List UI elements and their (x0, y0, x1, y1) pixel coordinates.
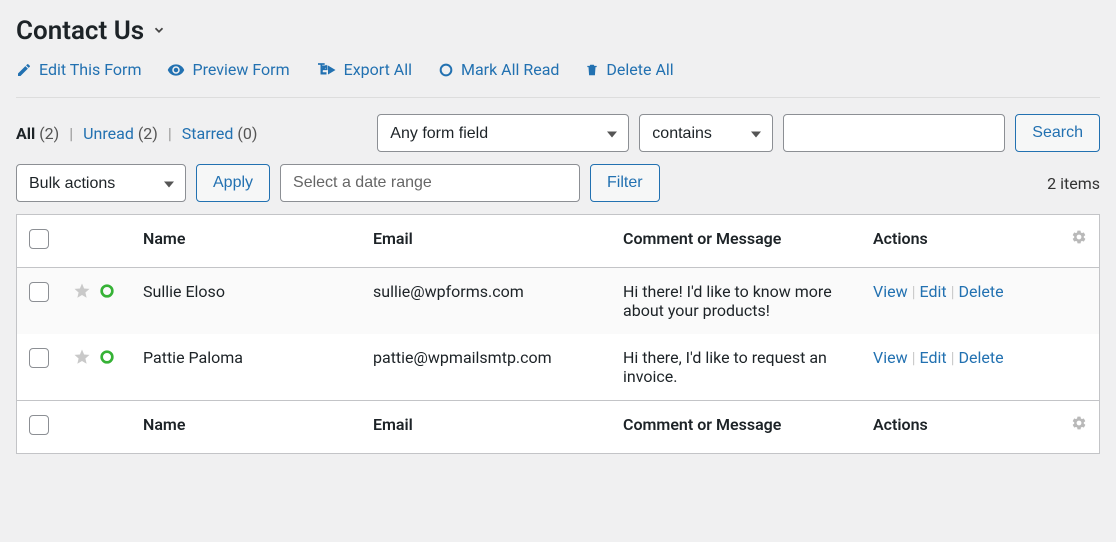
cell-email: pattie@wpmailsmtp.com (361, 334, 611, 401)
page-title-text: Contact Us (16, 16, 144, 46)
export-all-label: Export All (344, 60, 412, 79)
chevron-down-icon (152, 22, 166, 41)
edit-form-label: Edit This Form (39, 60, 141, 79)
edit-form-link[interactable]: Edit This Form (16, 60, 141, 79)
row-checkbox[interactable] (29, 348, 49, 368)
view-link[interactable]: View (873, 348, 908, 367)
gear-icon[interactable] (1071, 229, 1087, 245)
cell-email: sullie@wpforms.com (361, 268, 611, 335)
circle-icon (438, 62, 454, 78)
apply-button[interactable]: Apply (196, 164, 270, 202)
search-field-select[interactable]: Any form field (377, 114, 629, 152)
column-name[interactable]: Name (131, 215, 361, 268)
filter-starred-label: Starred (182, 124, 234, 143)
eye-icon (167, 61, 185, 79)
delete-all-label: Delete All (606, 60, 673, 79)
table-row: Pattie Paloma pattie@wpmailsmtp.com Hi t… (17, 334, 1100, 401)
view-filters: All (2) | Unread (2) | Starred (0) (16, 124, 257, 143)
cell-name: Sullie Eloso (131, 268, 361, 335)
separator: | (168, 124, 172, 143)
delete-all-link[interactable]: Delete All (585, 60, 673, 79)
table-row: Sullie Eloso sullie@wpforms.com Hi there… (17, 268, 1100, 335)
preview-form-link[interactable]: Preview Form (167, 60, 289, 79)
select-all-checkbox[interactable] (29, 229, 49, 249)
filter-unread-label: Unread (83, 124, 134, 143)
bulk-actions-select[interactable]: Bulk actions (16, 164, 186, 202)
filter-all-count: (2) (39, 124, 59, 143)
column-actions-footer: Actions (861, 401, 1059, 454)
column-message-footer[interactable]: Comment or Message (611, 401, 861, 454)
date-range-input[interactable] (280, 164, 580, 202)
toolbar: Edit This Form Preview Form Export All M… (16, 60, 1100, 98)
filter-unread[interactable]: Unread (2) (83, 124, 158, 143)
cell-name: Pattie Paloma (131, 334, 361, 401)
column-message[interactable]: Comment or Message (611, 215, 861, 268)
preview-form-label: Preview Form (192, 60, 289, 79)
mark-read-link[interactable]: Mark All Read (438, 60, 559, 79)
cell-message: Hi there! I'd like to know more about yo… (611, 268, 861, 335)
column-name-footer[interactable]: Name (131, 401, 361, 454)
gear-icon[interactable] (1071, 415, 1087, 431)
export-icon (319, 63, 337, 77)
search-condition-select[interactable]: contains (639, 114, 773, 152)
column-email-footer[interactable]: Email (361, 401, 611, 454)
filter-starred-count: (0) (237, 124, 257, 143)
search-input[interactable] (783, 114, 1005, 152)
filter-all[interactable]: All (2) (16, 124, 59, 143)
entries-table: Name Email Comment or Message Actions Su… (16, 214, 1100, 454)
delete-link[interactable]: Delete (959, 282, 1004, 301)
delete-link[interactable]: Delete (959, 348, 1004, 367)
select-all-checkbox-footer[interactable] (29, 415, 49, 435)
separator: | (69, 124, 73, 143)
column-actions: Actions (861, 215, 1059, 268)
search-button[interactable]: Search (1015, 114, 1100, 152)
pencil-icon (16, 62, 32, 78)
mark-read-label: Mark All Read (461, 60, 559, 79)
star-icon[interactable] (73, 348, 91, 366)
unread-indicator-icon[interactable] (99, 349, 115, 365)
edit-link[interactable]: Edit (920, 282, 947, 301)
trash-icon (585, 62, 599, 78)
export-all-link[interactable]: Export All (316, 60, 412, 79)
page-title[interactable]: Contact Us (16, 16, 1100, 46)
filter-unread-count: (2) (138, 124, 158, 143)
row-checkbox[interactable] (29, 282, 49, 302)
view-link[interactable]: View (873, 282, 908, 301)
filter-button[interactable]: Filter (590, 164, 660, 202)
cell-message: Hi there, I'd like to request an invoice… (611, 334, 861, 401)
unread-indicator-icon[interactable] (99, 283, 115, 299)
star-icon[interactable] (73, 282, 91, 300)
filter-starred[interactable]: Starred (0) (182, 124, 258, 143)
column-email[interactable]: Email (361, 215, 611, 268)
filter-all-label: All (16, 124, 35, 143)
edit-link[interactable]: Edit (920, 348, 947, 367)
items-count: 2 items (1047, 174, 1100, 193)
